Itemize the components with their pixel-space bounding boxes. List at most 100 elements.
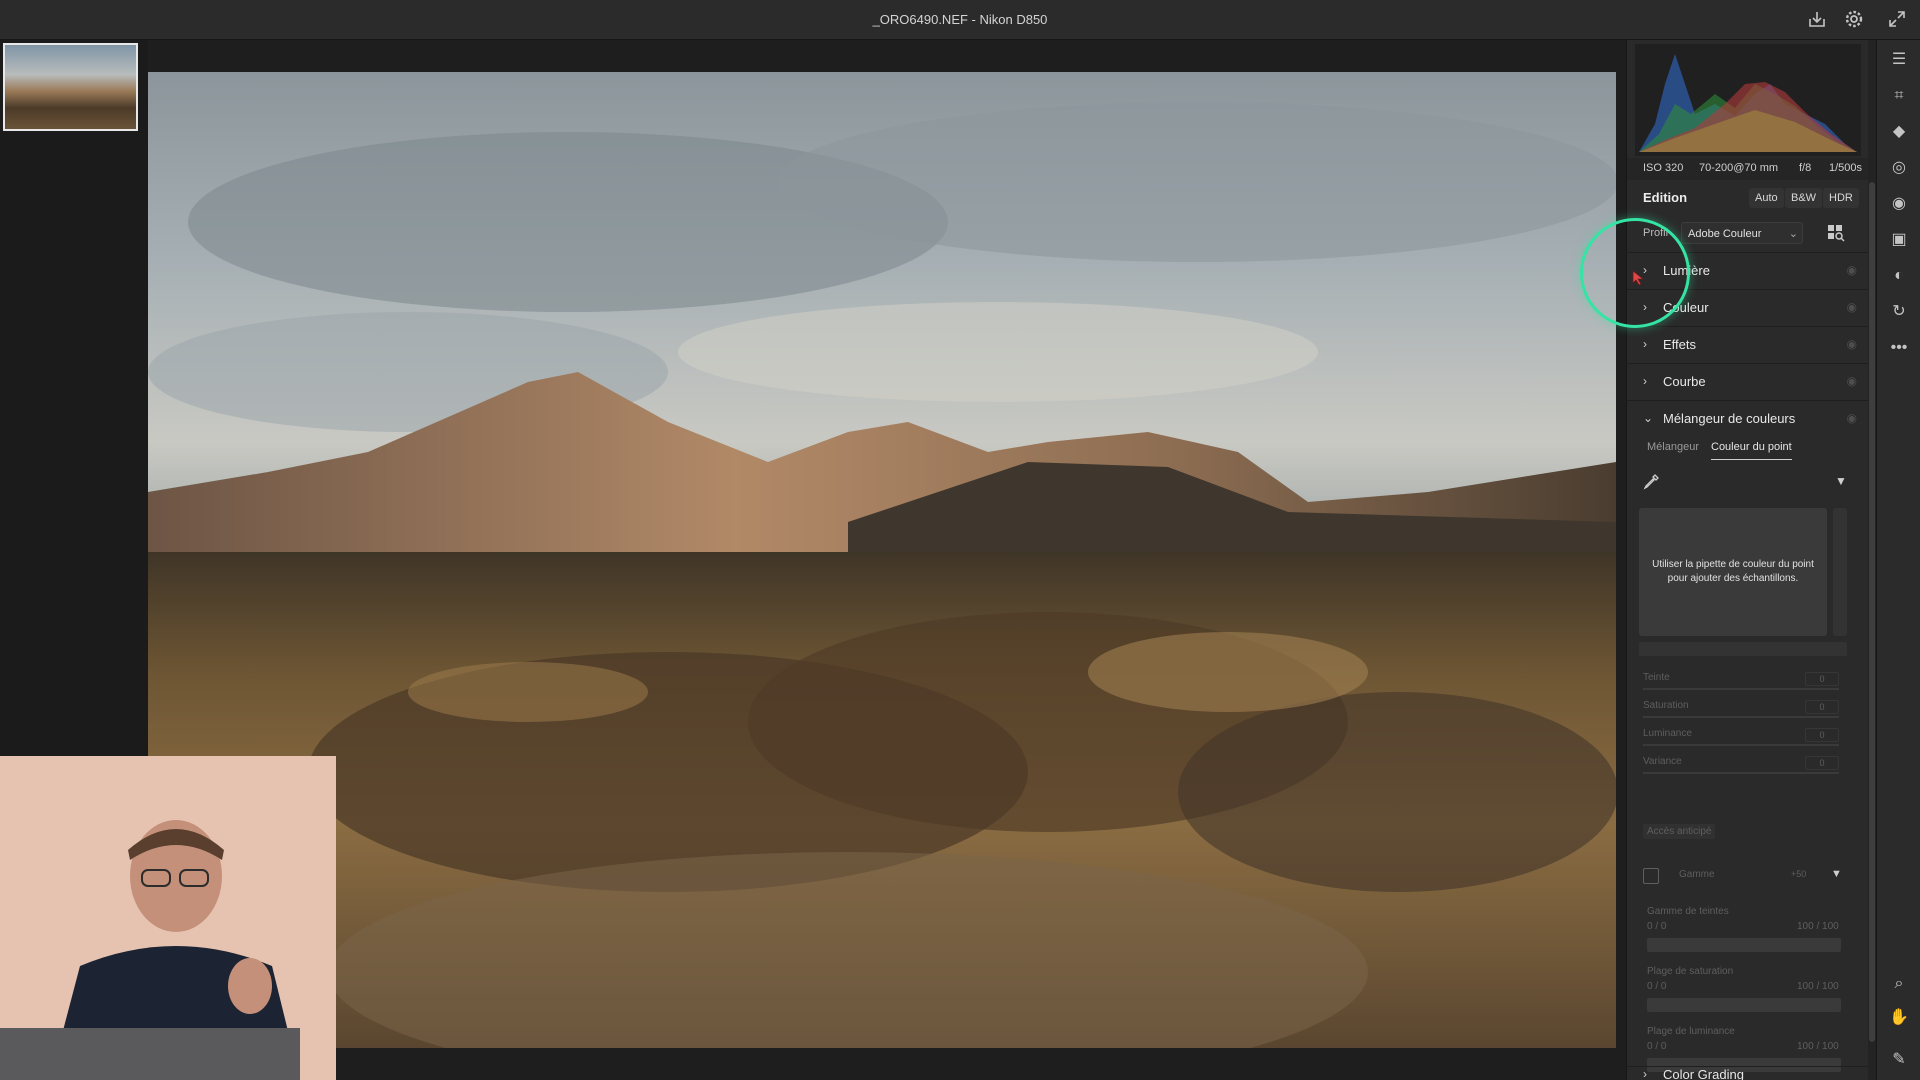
gear-icon[interactable] — [1843, 9, 1865, 31]
edit-panel: ISO 320 70-200@70 mm f/8 1/500s Edition … — [1626, 40, 1869, 1080]
eye-icon[interactable]: ◉ — [1847, 337, 1857, 351]
sampler-icon[interactable]: ✎ — [1887, 1048, 1911, 1072]
mixer-tabs: Mélangeur Couleur du point — [1627, 437, 1869, 461]
profile-browser-icon[interactable] — [1827, 224, 1845, 242]
gamma-row[interactable]: Gamme +50 ▼ — [1643, 866, 1843, 888]
range-min: 0 / 0 — [1647, 921, 1667, 932]
sample-area: Utiliser la pipette de couleur du point … — [1639, 508, 1827, 636]
slider-label: Saturation — [1643, 700, 1689, 711]
section-label: Courbe — [1663, 374, 1706, 389]
slider-value[interactable]: 0 — [1805, 728, 1839, 742]
export-icon[interactable] — [1806, 9, 1828, 31]
slider-label: Variance — [1643, 756, 1682, 767]
triangle-down-icon[interactable]: ▼ — [1831, 868, 1842, 880]
range-min: 0 / 0 — [1647, 981, 1667, 992]
range-label: Plage de saturation — [1647, 966, 1734, 977]
title-bar: _ORO6490.NEF - Nikon D850 — [0, 0, 1920, 40]
tool-rail: ☰ ⌗ ◆ ◎ ◉ ▣ ◐ ↻ ••• ⌕ ✋ ✎ — [1876, 40, 1920, 1080]
chevron-right-icon: › — [1643, 1067, 1647, 1080]
range-max: 100 / 100 — [1797, 921, 1839, 932]
slider-track[interactable] — [1643, 716, 1839, 718]
sample-hint: Utiliser la pipette de couleur du point … — [1652, 559, 1814, 584]
tab-couleur-du-point[interactable]: Couleur du point — [1711, 441, 1792, 460]
filmstrip — [0, 40, 148, 756]
mask-icon[interactable]: ◎ — [1887, 156, 1911, 180]
gamma-value[interactable]: +50 — [1791, 869, 1806, 879]
slider-track[interactable] — [1643, 688, 1839, 690]
presets-icon[interactable]: ▣ — [1887, 228, 1911, 252]
webcam-overlay — [0, 756, 336, 1080]
section-label: Mélangeur de couleurs — [1663, 411, 1796, 426]
sliders-icon[interactable]: ☰ — [1887, 48, 1911, 72]
exif-info: ISO 320 70-200@70 mm f/8 1/500s — [1627, 158, 1869, 180]
profile-select[interactable]: Adobe Couleur ⌄ — [1681, 222, 1803, 244]
panel-heading: Edition — [1643, 190, 1688, 205]
eye-icon[interactable]: ◉ — [1847, 263, 1857, 277]
slider-luminance[interactable]: Luminance 0 — [1643, 728, 1839, 750]
section-color-grading[interactable]: › Color Grading — [1627, 1066, 1869, 1080]
history-icon[interactable]: ↻ — [1887, 300, 1911, 324]
slider-label: Teinte — [1643, 672, 1670, 683]
panel-scrollbar[interactable] — [1868, 40, 1876, 1080]
chevron-down-icon: ⌄ — [1643, 411, 1654, 425]
chevron-right-icon: › — [1643, 337, 1647, 351]
range-slider[interactable] — [1647, 938, 1841, 952]
early-access-badge: Accès anticipé — [1643, 824, 1716, 839]
exif-shutter: 1/500s — [1829, 162, 1863, 174]
slider-variance[interactable]: Variance 0 — [1643, 756, 1839, 778]
histogram — [1635, 44, 1861, 156]
triangle-down-icon[interactable]: ▼ — [1835, 474, 1847, 488]
exif-aperture: f/8 — [1799, 162, 1812, 174]
profile-value: Adobe Couleur — [1688, 228, 1762, 240]
sample-scrollbar[interactable] — [1833, 508, 1847, 636]
slider-value[interactable]: 0 — [1805, 672, 1839, 686]
section-melangeur[interactable]: ⌄ Mélangeur de couleurs ◉ — [1627, 400, 1869, 436]
crop-icon[interactable]: ⌗ — [1887, 84, 1911, 108]
eye-icon[interactable]: ◉ — [1847, 374, 1857, 388]
slider-teinte[interactable]: Teinte 0 — [1643, 672, 1839, 694]
slider-track[interactable] — [1643, 744, 1839, 746]
redeye-icon[interactable]: ◉ — [1887, 192, 1911, 216]
gamma-label: Gamme — [1679, 869, 1715, 880]
zoom-icon[interactable]: ⌕ — [1887, 972, 1911, 996]
section-label: Color Grading — [1663, 1067, 1744, 1080]
chevron-right-icon: › — [1643, 374, 1647, 388]
range-max: 100 / 100 — [1797, 1041, 1839, 1052]
range-max: 100 / 100 — [1797, 981, 1839, 992]
slider-saturation[interactable]: Saturation 0 — [1643, 700, 1839, 722]
mouse-cursor-icon — [1632, 270, 1646, 286]
slider-value[interactable]: 0 — [1805, 700, 1839, 714]
eraser-icon[interactable]: ◆ — [1887, 120, 1911, 144]
more-icon[interactable]: ••• — [1887, 336, 1911, 360]
exif-lens: 70-200@70 mm — [1699, 162, 1779, 174]
landscape-photo — [148, 72, 1616, 1048]
auto-button[interactable]: Auto — [1749, 188, 1784, 208]
range-slider[interactable] — [1647, 998, 1841, 1012]
window-title: _ORO6490.NEF - Nikon D850 — [872, 12, 1048, 27]
bw-button[interactable]: B&W — [1785, 188, 1823, 208]
eye-icon[interactable]: ◉ — [1847, 411, 1857, 425]
tab-melangeur[interactable]: Mélangeur — [1647, 441, 1699, 453]
scrollbar-thumb[interactable] — [1869, 182, 1875, 1042]
section-effets[interactable]: › Effets ◉ — [1627, 326, 1869, 362]
exif-iso: ISO 320 — [1643, 162, 1684, 174]
snapshot-icon[interactable]: ◐ — [1887, 264, 1911, 288]
slider-label: Luminance — [1643, 728, 1692, 739]
range-min: 0 / 0 — [1647, 1041, 1667, 1052]
eyedropper-icon[interactable] — [1643, 474, 1659, 494]
hdr-button[interactable]: HDR — [1823, 188, 1859, 208]
sample-swatch-bar — [1639, 642, 1847, 656]
image-canvas[interactable] — [148, 40, 1626, 1080]
slider-value[interactable]: 0 — [1805, 756, 1839, 770]
eye-icon[interactable]: ◉ — [1847, 300, 1857, 314]
slider-track[interactable] — [1643, 772, 1839, 774]
range-label: Plage de luminance — [1647, 1026, 1735, 1037]
range-label: Gamme de teintes — [1647, 906, 1729, 917]
section-label: Effets — [1663, 337, 1697, 352]
gamma-icon — [1643, 868, 1659, 884]
section-courbe[interactable]: › Courbe ◉ — [1627, 363, 1869, 399]
fullscreen-icon[interactable] — [1886, 9, 1908, 31]
hand-icon[interactable]: ✋ — [1887, 1006, 1911, 1030]
filmstrip-thumbnail[interactable] — [3, 43, 138, 131]
chevron-down-icon: ⌄ — [1788, 228, 1798, 240]
